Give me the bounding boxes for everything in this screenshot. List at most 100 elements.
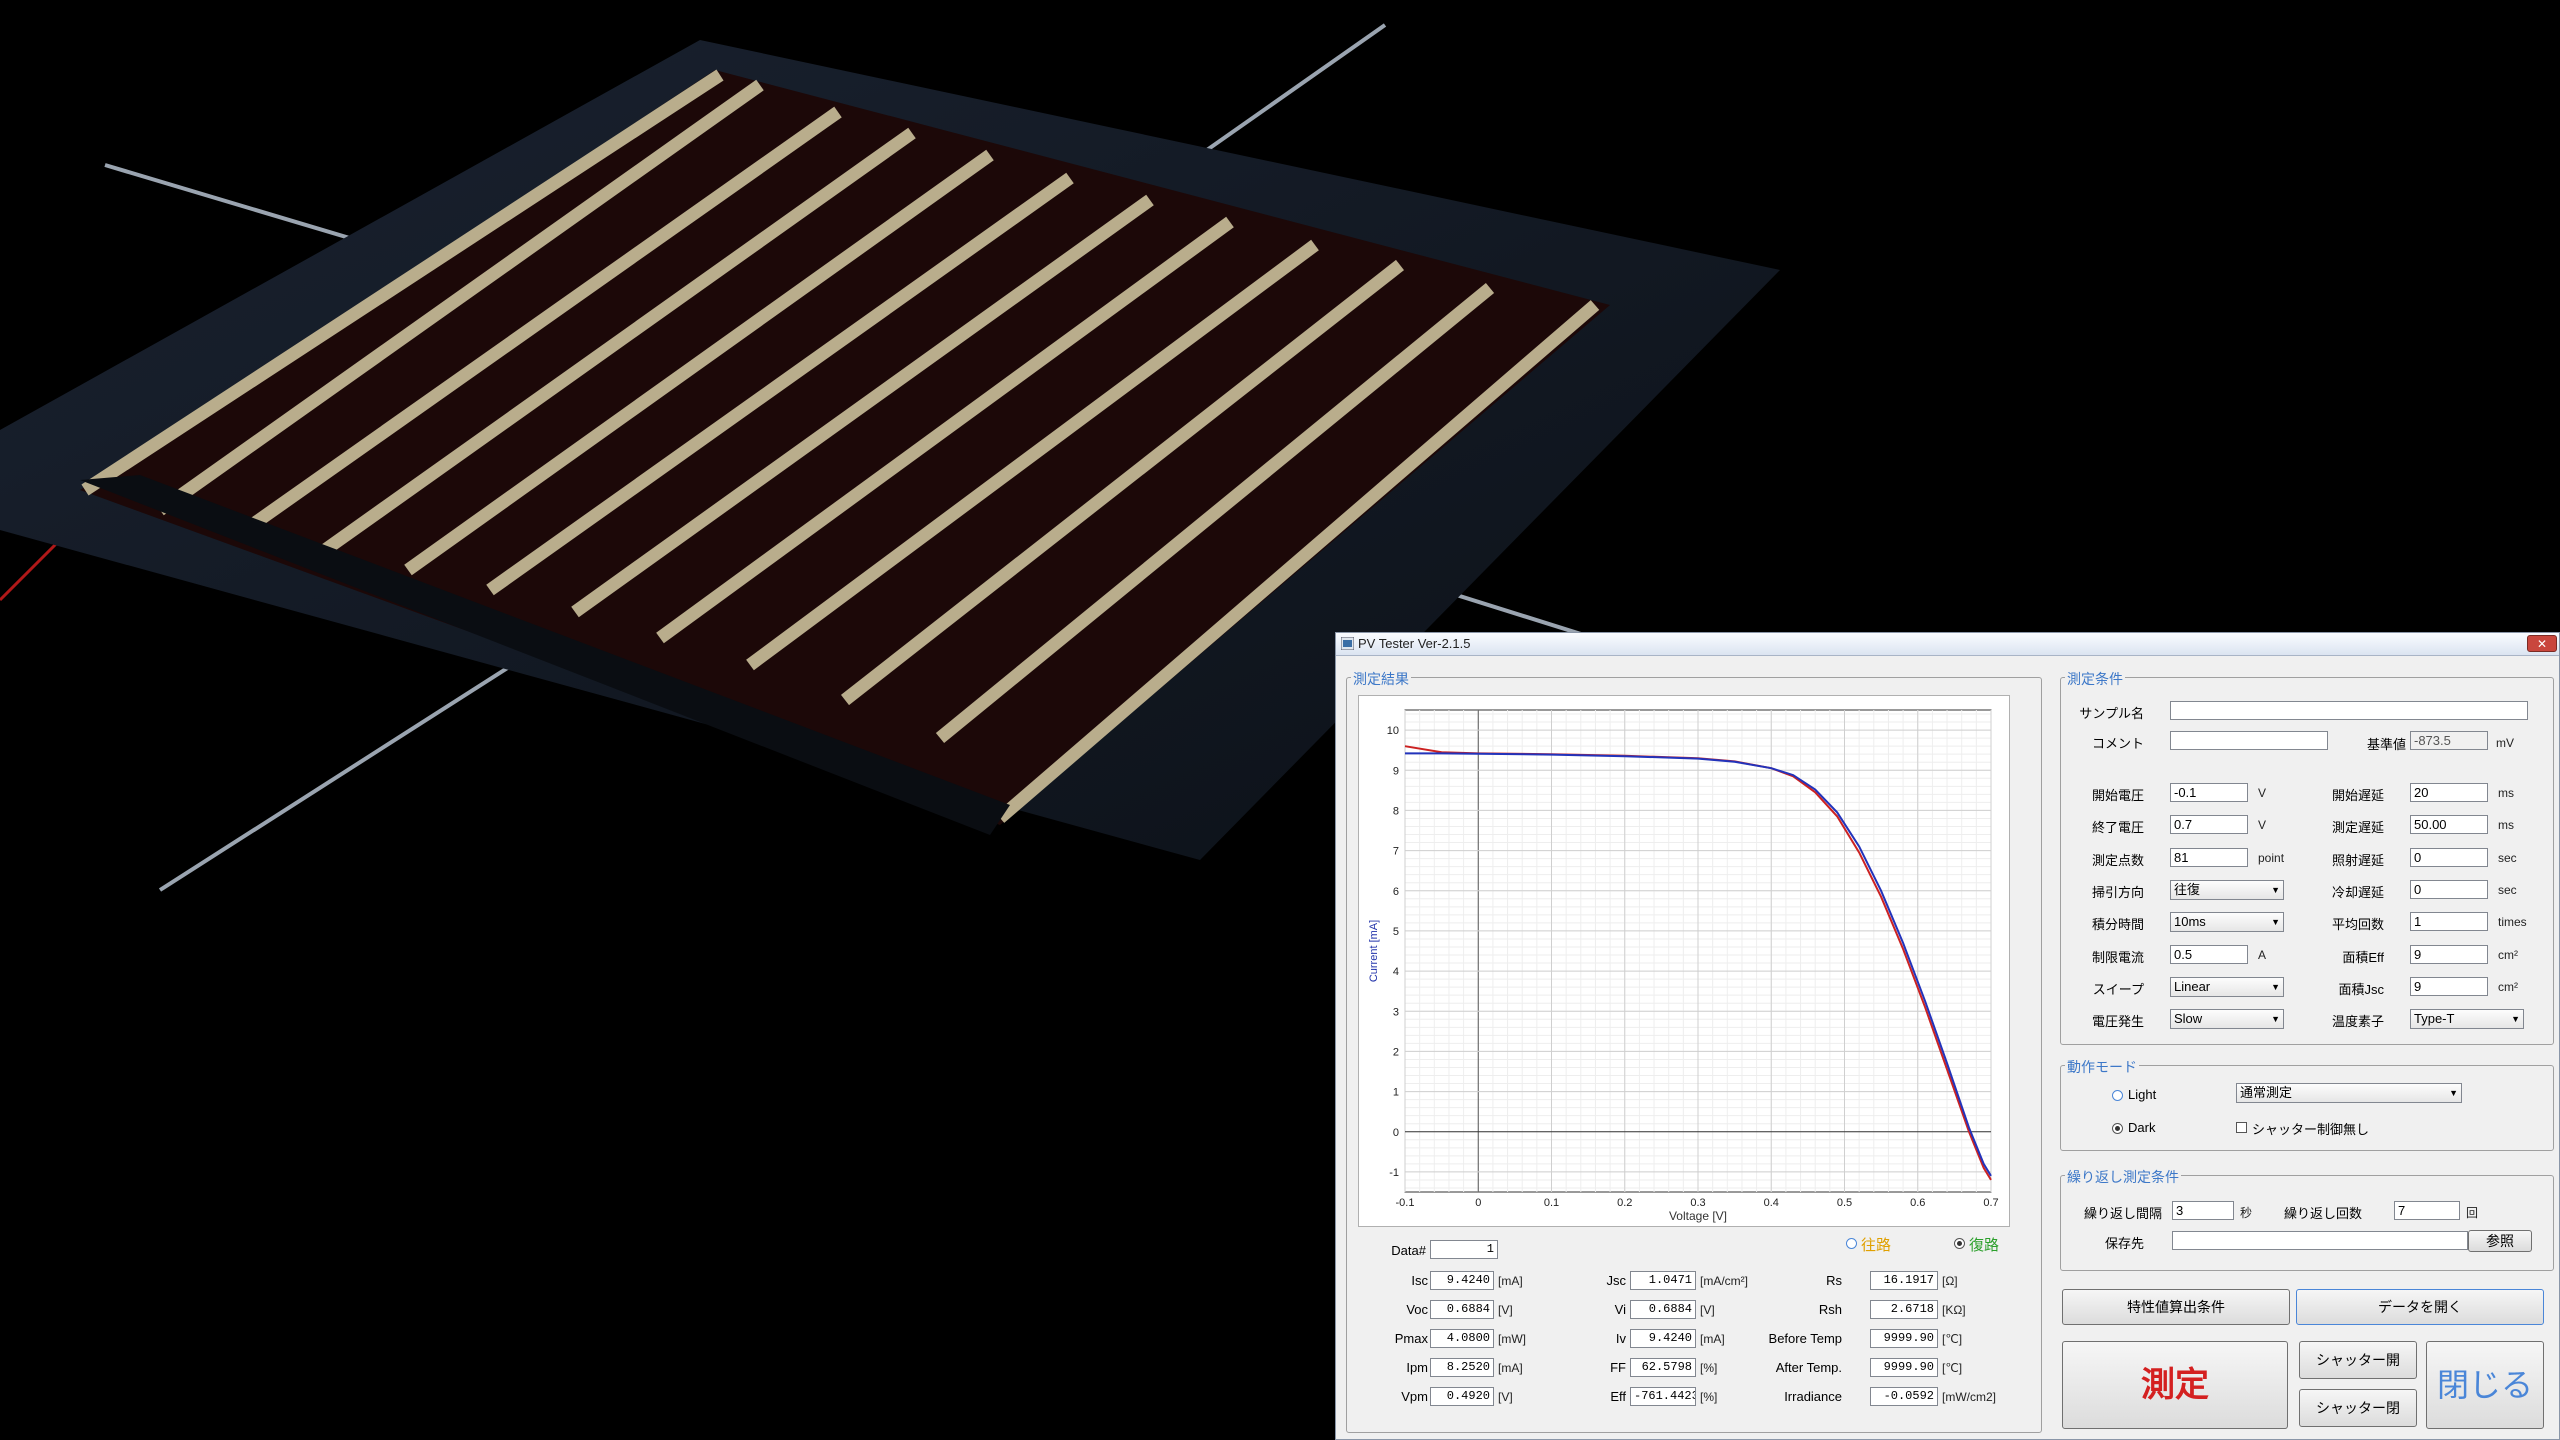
integ-select[interactable]: 10ms ▼ [2170,912,2284,932]
calc-conditions-button[interactable]: 特性値算出条件 [2062,1289,2290,1325]
result-rs-unit: [Ω] [1942,1274,1958,1288]
sweep-select[interactable]: Linear ▼ [2170,977,2284,997]
avg-input[interactable]: 1 [2410,912,2488,931]
result-irradiance-label: Irradiance [1784,1389,1842,1404]
irr-delay-label: 照射遅延 [2331,853,2384,868]
chevron-down-icon: ▼ [2271,885,2280,895]
measure-button[interactable]: 測定 [2062,1341,2288,1429]
temp-label: 温度素子 [2331,1014,2384,1029]
end-v-input[interactable]: 0.7 [2170,815,2248,834]
y-tick-label: 9 [1393,765,1399,777]
temp-select[interactable]: Type-T ▼ [2410,1009,2524,1029]
light-label: Light [2128,1087,2157,1102]
close-button[interactable]: 閉じる [2426,1341,2544,1429]
sample-name-input[interactable] [2170,701,2528,720]
shutter-close-button[interactable]: シャッター閉 [2299,1389,2417,1427]
window-close-button[interactable]: ✕ [2527,635,2557,652]
save-path-input[interactable] [2172,1231,2468,1250]
result-rsh-value: 2.6718 [1870,1300,1938,1319]
x-tick-label: 0.2 [1617,1197,1632,1209]
app-icon [1341,637,1354,650]
start-delay-input[interactable]: 20 [2410,783,2488,802]
irr-delay-input[interactable]: 0 [2410,848,2488,867]
x-axis-label: Voltage [V] [1669,1209,1727,1223]
sweep-dir-label: 掃引方向 [2091,885,2144,900]
shutter-control-checkbox[interactable] [2236,1122,2247,1133]
result-isc-value: 9.4240 [1430,1271,1494,1290]
y-tick-label: 0 [1393,1127,1399,1139]
start-v-input[interactable]: -0.1 [2170,783,2248,802]
forward-radio[interactable] [1846,1238,1857,1249]
x-tick-label: 0.4 [1764,1197,1779,1209]
area-eff-input[interactable]: 9 [2410,945,2488,964]
repeat-interval-input[interactable]: 3 [2172,1201,2234,1220]
open-data-button[interactable]: データを開く [2296,1289,2544,1325]
vgen-select[interactable]: Slow ▼ [2170,1009,2284,1029]
comment-label: コメント [2091,736,2144,751]
area-jsc-unit: cm² [2498,980,2518,994]
result-jsc-unit: [mA/cm²] [1700,1274,1748,1288]
mode-group: 動作モード [2060,1057,2554,1151]
repeat-count-input[interactable]: 7 [2394,1201,2460,1220]
result-eff-value: -761.4423 [1630,1387,1696,1406]
start-v-label: 開始電圧 [2091,788,2144,803]
y-tick-label: -1 [1389,1167,1399,1179]
result-rs-label: Rs [1826,1273,1842,1288]
shutter-open-button[interactable]: シャッター開 [2299,1341,2417,1379]
result-pmax-unit: [mW] [1498,1332,1526,1346]
result-before-temp-value: 9999.90 [1870,1329,1938,1348]
irr-delay-unit: sec [2498,851,2517,865]
x-tick-label: 0.6 [1910,1197,1925,1209]
temp-value: Type-T [2414,1011,2455,1026]
area-jsc-label: 面積Jsc [2338,982,2384,997]
comment-input[interactable] [2170,731,2328,750]
result-irradiance-value: -0.0592 [1870,1387,1938,1406]
meas-delay-input[interactable]: 50.00 [2410,815,2488,834]
chevron-down-icon: ▼ [2449,1088,2458,1098]
ref-value-label: 基準値 [2366,737,2406,752]
x-tick-label: 0.7 [1983,1197,1998,1209]
result-vpm-unit: [V] [1498,1390,1513,1404]
sweep-dir-select[interactable]: 往復 ▼ [2170,880,2284,900]
result-iv-label: Iv [1615,1331,1626,1346]
sweep-label: スイープ [2092,982,2144,997]
conditions-group-title: 測定条件 [2065,669,2125,689]
result-isc-unit: [mA] [1498,1274,1523,1288]
mode-select[interactable]: 通常測定 ▼ [2236,1083,2462,1103]
result-voc-value: 0.6884 [1430,1300,1494,1319]
result-voc-unit: [V] [1498,1303,1513,1317]
cool-delay-input[interactable]: 0 [2410,880,2488,899]
cool-delay-label: 冷却遅延 [2331,885,2384,900]
ref-value-unit: mV [2496,736,2514,750]
result-rs-value: 16.1917 [1870,1271,1938,1290]
area-jsc-input[interactable]: 9 [2410,977,2488,996]
points-input[interactable]: 81 [2170,848,2248,867]
reverse-radio[interactable] [1954,1238,1965,1249]
result-eff-label: Eff [1610,1389,1626,1404]
y-tick-label: 2 [1393,1046,1399,1058]
window-title: PV Tester Ver-2.1.5 [1358,636,1471,651]
start-delay-unit: ms [2498,786,2514,800]
points-unit: point [2258,851,2285,865]
dark-radio[interactable] [2112,1123,2123,1134]
limit-input[interactable]: 0.5 [2170,945,2248,964]
browse-button[interactable]: 参照 [2468,1230,2532,1252]
y-axis-label: Current [mA] [1368,920,1380,982]
start-v-unit: V [2258,786,2267,800]
result-jsc-label: Jsc [1606,1273,1627,1288]
y-tick-label: 10 [1387,725,1399,737]
result-irradiance-unit: [mW/cm2] [1942,1390,1996,1404]
repeat-interval-unit: 秒 [2240,1206,2253,1220]
result-isc-label: Isc [1411,1273,1428,1288]
result-vi-label: Vi [1614,1302,1626,1317]
result-before-temp-label: Before Temp [1768,1331,1842,1346]
end-v-unit: V [2258,818,2267,832]
avg-unit: times [2498,915,2527,929]
y-tick-label: 7 [1393,846,1399,858]
mode-select-value: 通常測定 [2240,1085,2293,1100]
dark-label: Dark [2128,1120,2156,1135]
light-radio[interactable] [2112,1090,2123,1101]
chevron-down-icon: ▼ [2511,1014,2520,1024]
results-group-title: 測定結果 [1351,669,1411,689]
vgen-value: Slow [2174,1011,2203,1026]
